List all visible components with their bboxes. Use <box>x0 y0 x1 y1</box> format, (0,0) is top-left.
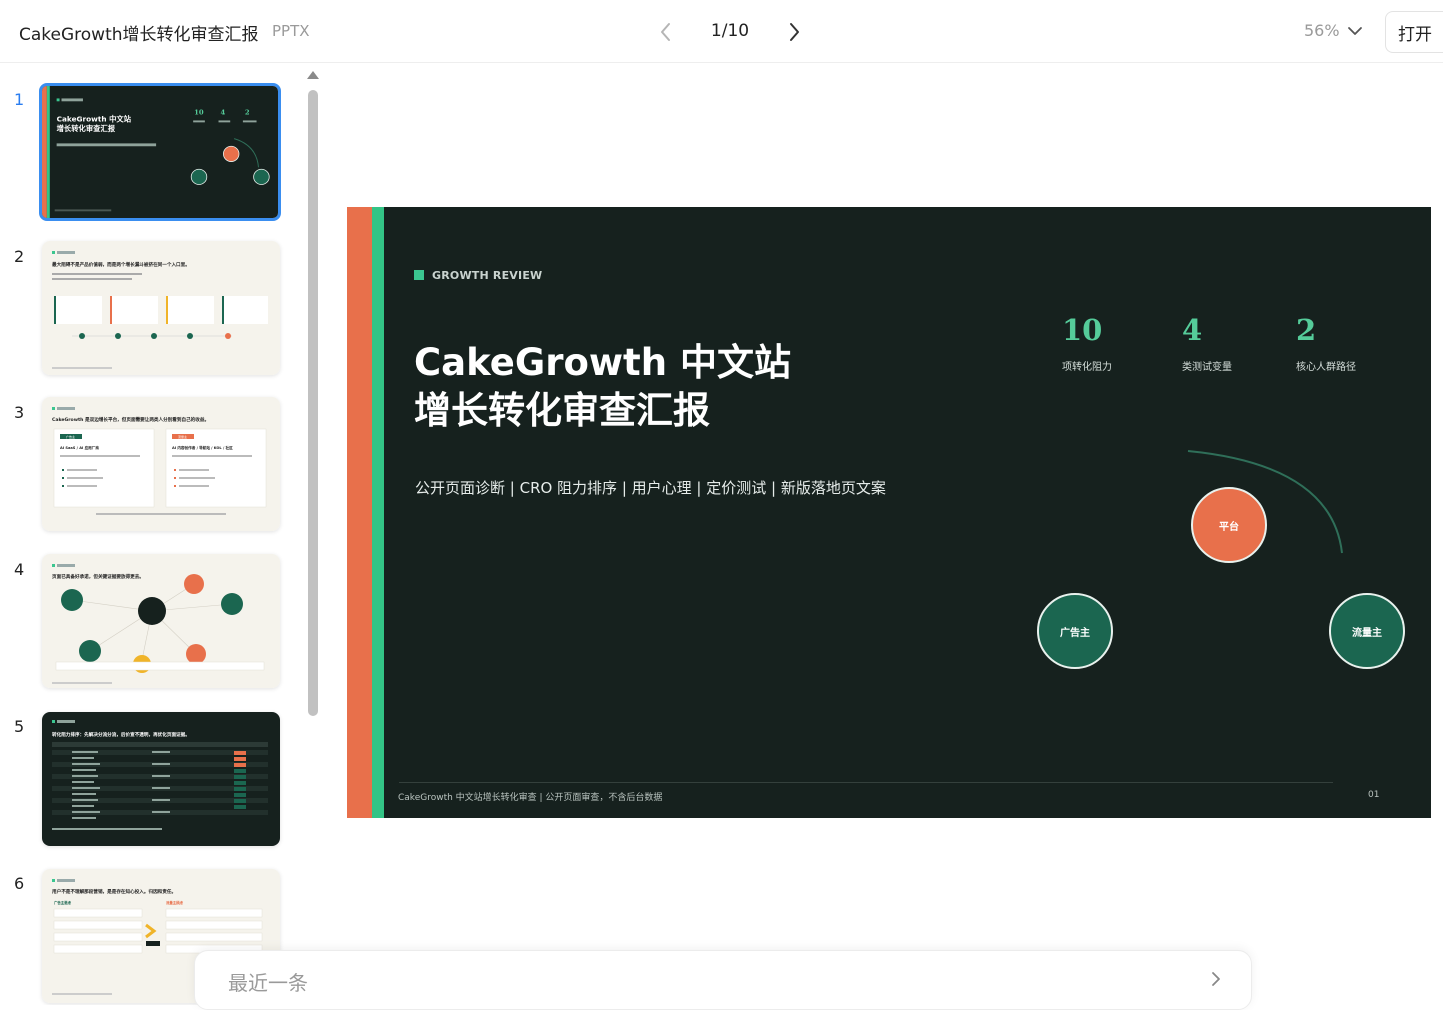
accent-bar-orange <box>347 207 372 818</box>
document-title: CakeGrowth增长转化审查汇报 <box>19 25 259 45</box>
stat-value: 2 <box>1296 313 1317 347</box>
previous-page-icon[interactable] <box>654 18 678 46</box>
thumbnail-number: 1 <box>14 90 25 109</box>
thumb-title-line: 增长转化审查汇报 <box>57 124 116 133</box>
thumb-tag: 广告主 <box>66 434 75 439</box>
thumb-tag: 流量主 <box>178 434 187 439</box>
scroll-up-icon[interactable] <box>306 69 320 81</box>
stat-block: 10 项转化阻力 <box>1062 313 1112 373</box>
thumb-heading: 页面已具备好承诺，但关键证据要放得更去。 <box>52 573 144 580</box>
thumbnail-slide-3[interactable]: CakeGrowth 是双边增长平台，但页面需要让两类人分别看到自己的收益。 广… <box>42 397 280 531</box>
slide-title: CakeGrowth 中文站 增长转化审查汇报 <box>414 339 791 435</box>
recent-label: 最近一条 <box>228 971 308 995</box>
thumbnail-number: 6 <box>14 874 25 893</box>
chevron-right-icon[interactable] <box>1207 968 1225 990</box>
thumb-text: AI 内容创作者 / 导航站 / KOL / 社区 <box>172 445 233 450</box>
sidebar-scrollbar-thumb[interactable] <box>308 90 318 716</box>
thumbnail-number: 4 <box>14 560 25 579</box>
stat-value: 10 <box>1062 313 1103 347</box>
node-publisher: 流量主 <box>1329 593 1405 669</box>
slide-subtitle: 公开页面诊断 | CRO 阻力排序 | 用户心理 | 定价测试 | 新版落地页文… <box>415 479 886 497</box>
next-page-icon[interactable] <box>782 18 806 46</box>
accent-bar-green <box>372 207 384 818</box>
node-advertiser: 广告主 <box>1037 593 1113 669</box>
stat-label: 类测试变量 <box>1182 362 1232 373</box>
thumbnail-slide-5[interactable]: 转化阻力排序：先解决分流分流，后价宣不透明，再优化页面证据。 <box>42 712 280 846</box>
thumb-column-label: 流量主顾虑 <box>166 900 184 905</box>
file-type-label: PPTX <box>272 22 310 40</box>
thumb-heading: 转化阻力排序：先解决分流分流，后价宣不透明，再优化页面证据。 <box>52 731 190 738</box>
slide-kicker: GROWTH REVIEW <box>432 269 543 282</box>
zoom-level[interactable]: 56% <box>1304 21 1340 40</box>
thumb-title-line: CakeGrowth 中文站 <box>57 114 132 123</box>
footer-divider <box>399 782 1333 783</box>
thumbnail-number: 3 <box>14 403 25 422</box>
thumb-stat: 4 <box>220 109 225 117</box>
slide-footer: CakeGrowth 中文站增长转化审查 | 公开页面审查，不含后台数据 <box>398 793 663 803</box>
slide-canvas: GROWTH REVIEW CakeGrowth 中文站 增长转化审查汇报 公开… <box>347 207 1431 818</box>
thumbnail-number: 2 <box>14 247 25 266</box>
thumb-heading: 用户不是不理解那段营销，是是存在知心投入。归因和责任。 <box>52 888 176 895</box>
viewer-header: CakeGrowth增长转化审查汇报 PPTX 1/10 56% 打开 <box>0 0 1443 63</box>
stat-block: 2 核心人群路径 <box>1296 313 1356 373</box>
thumbnail-slide-1[interactable]: CakeGrowth 中文站 增长转化审查汇报 10 4 2 <box>39 83 281 221</box>
slide-title-line-2: 增长转化审查汇报 <box>414 389 710 432</box>
stat-block: 4 类测试变量 <box>1182 313 1232 373</box>
thumbnail-slide-2[interactable]: 最大阻碍不是产品价值弱，而是两个增长漏斗被挤在同一个入口里。 <box>42 241 280 375</box>
stat-label: 核心人群路径 <box>1296 362 1356 373</box>
thumb-heading: CakeGrowth 是双边增长平台，但页面需要让两类人分别看到自己的收益。 <box>52 416 209 423</box>
slide-page-number: 01 <box>1368 790 1380 800</box>
page-indicator: 1/10 <box>710 21 750 41</box>
thumb-text: AI SaaS / AI 应用厂商 <box>60 445 99 450</box>
recent-bar[interactable]: 最近一条 <box>194 950 1252 1010</box>
node-platform: 平台 <box>1191 487 1267 563</box>
thumb-stat: 2 <box>245 109 250 117</box>
stat-value: 4 <box>1182 313 1203 347</box>
stat-label: 项转化阻力 <box>1062 362 1112 373</box>
slide-title-line-1: CakeGrowth 中文站 <box>414 341 791 384</box>
thumb-column-label: 广告主要虑 <box>54 900 72 905</box>
thumbnail-number: 5 <box>14 717 25 736</box>
open-button[interactable]: 打开 <box>1385 11 1443 53</box>
kicker-square-icon <box>414 270 424 280</box>
thumb-heading: 最大阻碍不是产品价值弱，而是两个增长漏斗被挤在同一个入口里。 <box>52 261 190 268</box>
thumb-stat: 10 <box>194 109 204 117</box>
thumbnail-slide-4[interactable]: 页面已具备好承诺，但关键证据要放得更去。 <box>42 554 280 688</box>
chevron-down-icon[interactable] <box>1346 22 1364 40</box>
thumbnail-sidebar: 1 CakeGrowth 中文站 增长转化审查汇报 10 4 2 2 最大阻碍不… <box>0 63 330 1005</box>
